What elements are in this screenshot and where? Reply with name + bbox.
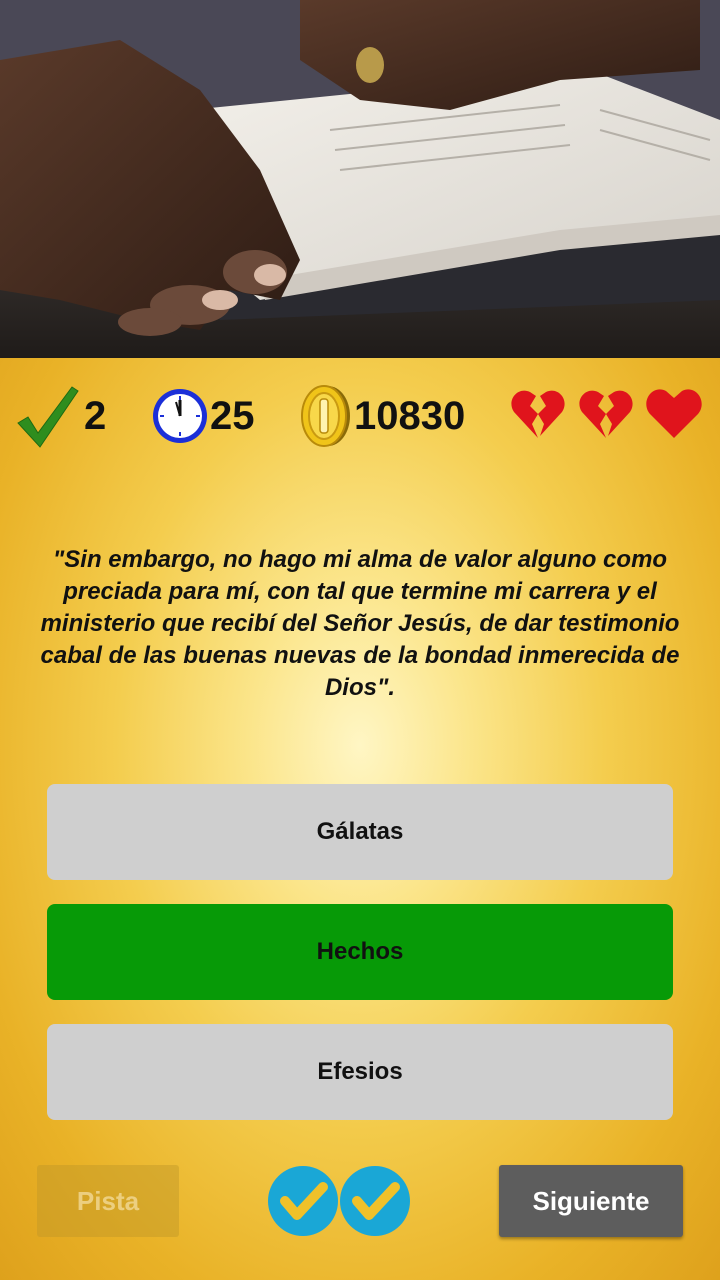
stats-bar: 2 25 10830 <box>0 358 720 478</box>
correct-answers-stat: 2 <box>14 380 106 452</box>
checkmark-icon <box>17 386 79 448</box>
next-button[interactable]: Siguiente <box>499 1165 683 1237</box>
clock-icon <box>153 389 207 443</box>
question-text: "Sin embargo, no hago mi alma de valor a… <box>40 546 680 701</box>
answer-option-2-correct[interactable]: Hechos <box>47 904 673 1000</box>
coin-icon <box>301 385 350 447</box>
lives-indicator <box>510 388 702 440</box>
powerup-badges <box>268 1166 410 1236</box>
heart-icon <box>646 389 702 438</box>
broken-heart-icon <box>579 390 633 438</box>
check-badge-icon[interactable] <box>340 1166 410 1236</box>
broken-heart-icon <box>511 390 565 438</box>
hint-button[interactable]: Pista <box>37 1165 179 1237</box>
game-panel: 2 25 10830 "Sin embargo, no hago mi alma… <box>0 358 720 1280</box>
coins-stat: 10830 <box>300 380 465 452</box>
timer-value: 25 <box>210 393 255 438</box>
answer-option-3[interactable]: Efesios <box>47 1024 673 1120</box>
coins-value: 10830 <box>354 393 466 438</box>
check-badge-icon[interactable] <box>268 1166 338 1236</box>
correct-count: 2 <box>84 393 107 438</box>
timer-stat: 25 <box>150 380 255 452</box>
answer-option-1[interactable]: Gálatas <box>47 784 673 880</box>
header-photo-bible <box>0 0 720 358</box>
